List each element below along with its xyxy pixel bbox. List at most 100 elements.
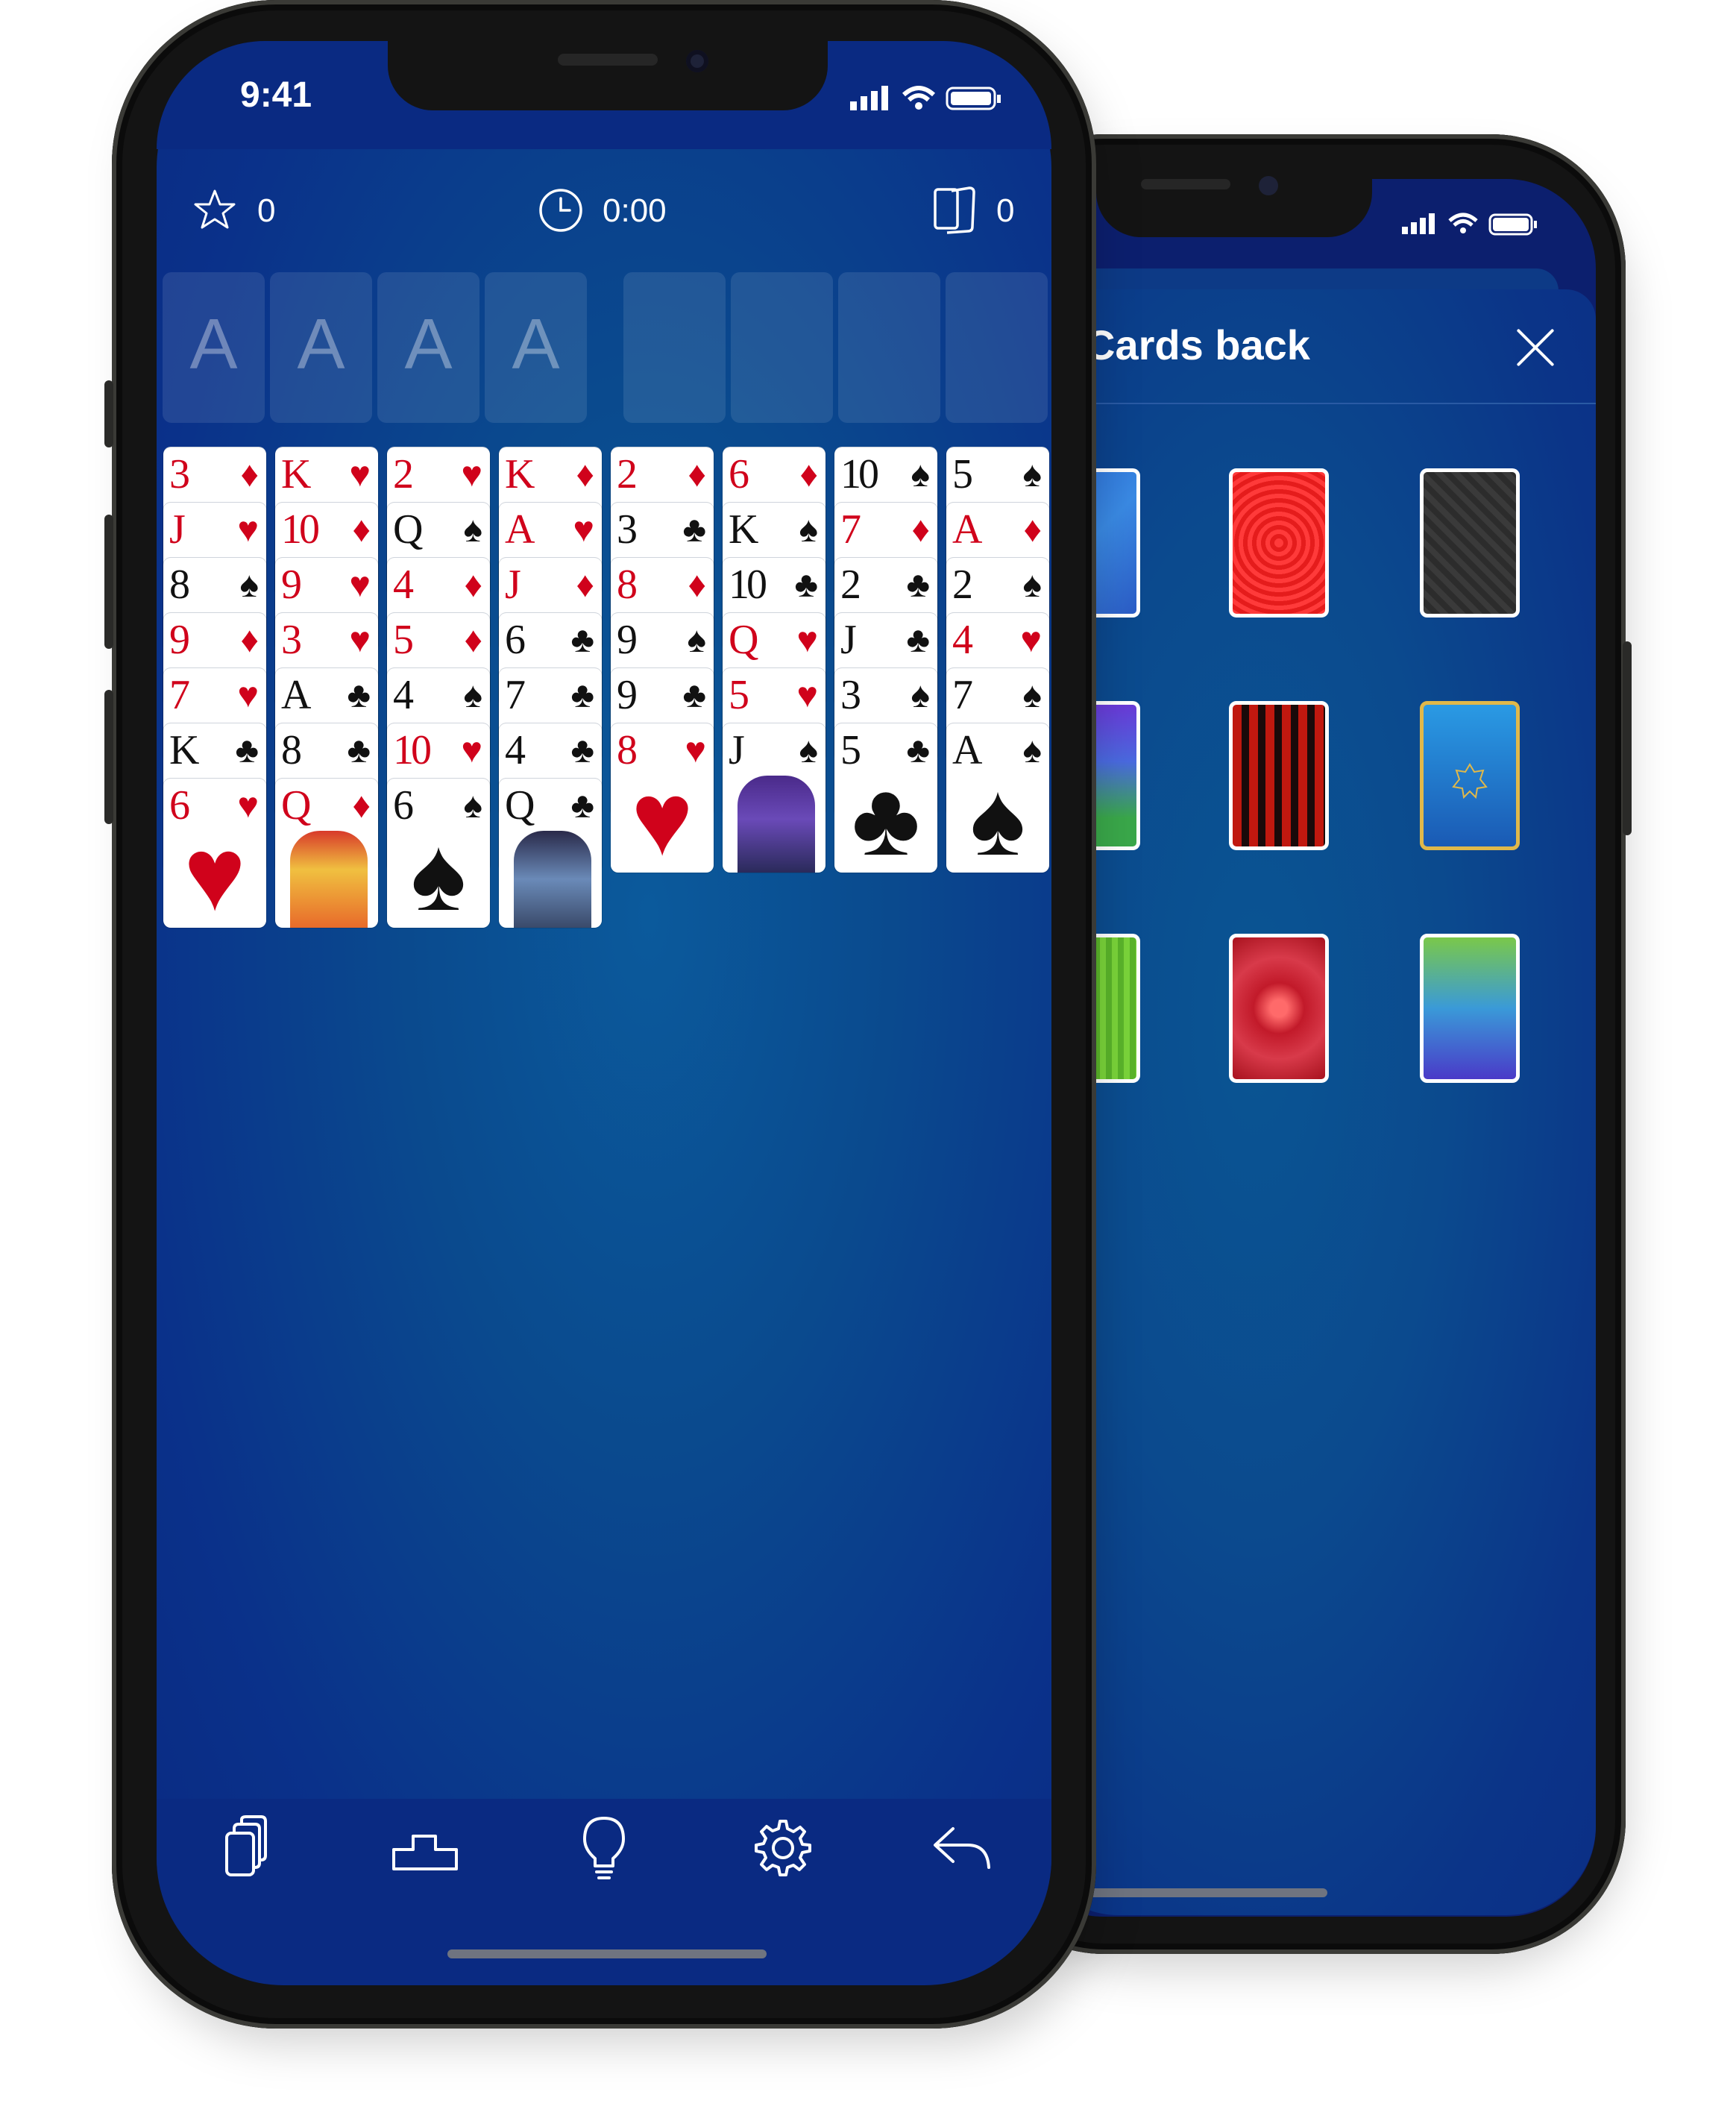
playing-card[interactable]: 8 ♥ ♥ [611,723,714,873]
card-rank: 2 [840,562,861,608]
card-suit-icon: ♣ [906,565,931,605]
volume-down-button [104,690,113,824]
sheet-divider [1029,403,1596,404]
face-card-illustration [290,831,368,928]
card-suit-icon: ♠ [463,510,483,550]
home-indicator [447,1949,767,1958]
card-rank: J [840,617,857,663]
free-cell-slot[interactable] [946,272,1048,423]
free-cell-slot[interactable] [838,272,940,423]
foundation-slot[interactable]: A [270,272,372,423]
card-suit-icon: ♣ [570,731,595,770]
card-suit-icon: ♥ [349,455,371,494]
card-suit-icon: ♠ [1022,676,1042,715]
card-rank: 4 [393,672,414,718]
card-suit-icon: ♣ [570,620,595,660]
free-cell-slot[interactable] [731,272,833,423]
card-rank: J [169,506,186,553]
card-rank: A [281,672,312,718]
card-suit-icon: ♠ [463,676,483,715]
card-suit-icon: ♣ [570,676,595,715]
card-rank: 2 [617,451,638,497]
card-rank: Q [281,782,312,829]
card-rank: 2 [952,562,973,608]
card-suit-icon: ♣ [347,731,371,770]
card-suit-icon: ♥ [1020,620,1042,660]
card-center-suit-icon: ♠ [969,760,1026,873]
card-rank: 6 [729,451,749,497]
volume-up-button [104,515,113,649]
back-camera [1259,176,1278,195]
lightbulb-icon[interactable] [567,1811,641,1885]
playing-card[interactable]: Q ♣ [499,779,602,928]
card-back-option-ornate[interactable] [1229,934,1329,1083]
card-rank: 7 [169,672,190,718]
card-rank: 8 [169,562,190,608]
card-back-option-dark[interactable] [1420,468,1520,618]
card-rank: 3 [169,451,190,497]
card-suit-icon: ♥ [461,731,483,770]
card-rank: 8 [281,727,302,773]
card-suit-icon: ♥ [237,510,260,550]
foundation-slot[interactable]: A [163,272,265,423]
playing-card[interactable]: Q ♦ [275,779,378,928]
free-cell-slot[interactable] [623,272,726,423]
card-rank: 7 [952,672,973,718]
foundation-slot[interactable]: A [377,272,479,423]
card-suit-icon: ♣ [235,731,260,770]
card-rank: A [505,506,535,553]
face-card-illustration [738,776,815,873]
card-rank: 2 [393,451,414,497]
card-back-option-star[interactable] [1420,701,1520,850]
card-suit-icon: ♦ [464,565,483,605]
card-rank: 3 [617,506,638,553]
playing-card[interactable]: J ♠ [723,723,825,873]
card-back-option-red[interactable] [1229,468,1329,618]
card-rank: 5 [729,672,749,718]
card-rank: Q [729,617,759,663]
card-rank: K [729,506,759,553]
card-suit-icon: ♥ [796,676,819,715]
playing-card[interactable]: 5 ♣ ♣ [834,723,937,873]
card-rank: 4 [952,617,973,663]
card-rank: Q [505,782,535,829]
mute-switch [104,380,113,447]
face-card-illustration [514,831,591,928]
card-suit-icon: ♦ [240,620,260,660]
card-rank: 9 [281,562,302,608]
card-suit-icon: ♦ [688,565,707,605]
card-suit-icon: ♥ [349,620,371,660]
card-suit-icon: ♠ [1022,455,1042,494]
card-suit-icon: ♦ [240,455,260,494]
playing-card[interactable]: 6 ♠ ♠ [387,779,490,928]
card-rank: K [505,451,535,497]
card-suit-icon: ♦ [799,455,819,494]
card-rank: 4 [505,727,526,773]
gear-icon[interactable] [746,1811,820,1885]
star-icon [192,188,237,233]
playing-card[interactable]: A ♠ ♠ [946,723,1049,873]
foundation-label: A [404,304,453,384]
card-back-option-stripes[interactable] [1229,701,1329,850]
undo-icon[interactable] [925,1811,999,1885]
timer-value: 0:00 [603,192,667,229]
card-rank: 6 [393,782,414,829]
podium-icon[interactable] [388,1811,462,1885]
back-notch [1096,170,1372,237]
foundation-slot[interactable]: A [485,272,587,423]
card-rank: 3 [840,672,861,718]
foundation-label: A [189,304,238,384]
card-back-option-gradient[interactable] [1420,934,1520,1083]
card-suit-icon: ♣ [682,676,707,715]
card-rank: 10 [281,506,320,553]
card-rank: 3 [281,617,302,663]
card-suit-icon: ♦ [576,565,595,605]
card-suit-icon: ♠ [799,510,819,550]
card-suit-icon: ♣ [570,786,595,826]
new-game-cards-icon[interactable] [209,1811,283,1885]
card-rank: J [505,562,521,608]
playing-card[interactable]: 6 ♥ ♥ [163,779,266,928]
card-suit-icon: ♦ [576,455,595,494]
close-button[interactable] [1510,322,1561,373]
card-suit-icon: ♠ [687,620,707,660]
